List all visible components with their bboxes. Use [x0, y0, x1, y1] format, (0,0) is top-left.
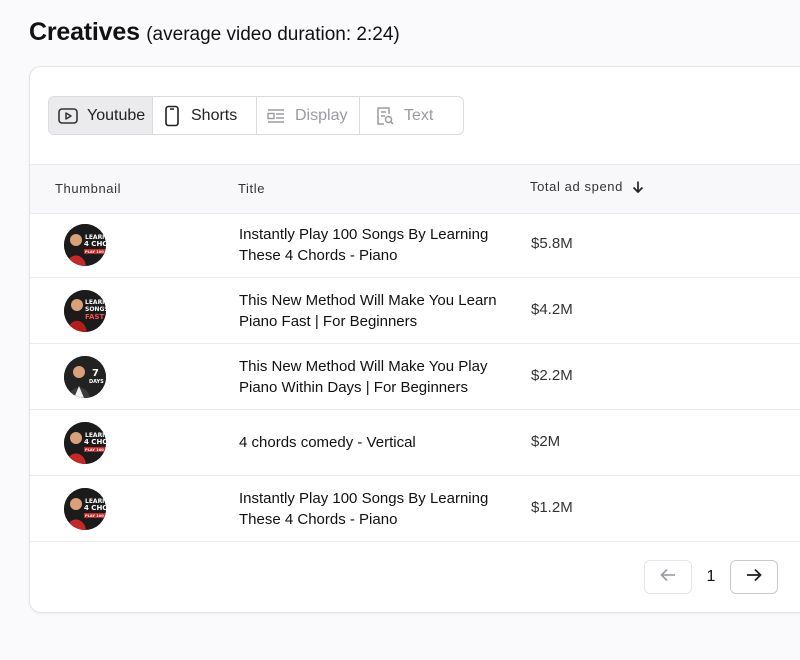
pagination: 1 [644, 560, 778, 594]
display-layout-icon [265, 105, 287, 127]
tab-shorts[interactable]: Shorts [153, 97, 257, 134]
column-header-spend-label: Total ad spend [530, 179, 623, 194]
video-thumbnail[interactable]: 7 DAYS [64, 356, 106, 398]
tab-display[interactable]: Display [257, 97, 360, 134]
text-search-icon [374, 105, 396, 127]
creatives-card: Youtube Shorts Display Text Thumbnail Ti… [29, 66, 800, 613]
tab-label: Shorts [191, 106, 238, 124]
column-header-thumbnail: Thumbnail [55, 181, 122, 196]
tab-text[interactable]: Text [360, 97, 463, 134]
arrow-down-icon[interactable] [631, 180, 645, 194]
table-row[interactable]: LEARN 4 CHOR PLAY 100 SON 4 chords comed… [30, 410, 800, 476]
svg-text:PLAY 100 SON: PLAY 100 SON [85, 448, 106, 452]
video-thumbnail[interactable]: LEARN SONGS FAST [64, 290, 106, 332]
column-header-spend[interactable]: Total ad spend [530, 179, 645, 194]
previous-page-button[interactable] [644, 560, 692, 594]
arrow-right-icon [745, 566, 763, 589]
tab-youtube[interactable]: Youtube [49, 97, 153, 134]
video-thumbnail[interactable]: LEARN 4 CHOR PLAY 100 SON [64, 422, 106, 464]
svg-text:PLAY 100 SON: PLAY 100 SON [85, 514, 106, 518]
creative-title[interactable]: This New Method Will Make You Play Piano… [239, 356, 519, 398]
tab-label: Display [295, 106, 348, 124]
ad-spend-value: $2M [531, 433, 561, 450]
ad-spend-value: $2.2M [531, 367, 573, 384]
next-page-button[interactable] [730, 560, 778, 594]
page: Creatives (average video duration: 2:24)… [0, 0, 800, 660]
current-page-number: 1 [706, 568, 716, 585]
svg-text:4 CHOR: 4 CHOR [84, 504, 106, 512]
table-header: Thumbnail Title Total ad spend [30, 164, 800, 214]
creative-title[interactable]: 4 chords comedy - Vertical [239, 432, 519, 453]
tab-label: Youtube [87, 106, 146, 124]
svg-text:4 CHOR: 4 CHOR [84, 438, 106, 446]
svg-text:LEARN: LEARN [85, 299, 106, 306]
arrow-left-icon [659, 566, 677, 589]
table-row[interactable]: LEARN 4 CHOR PLAY 100 SON Instantly Play… [30, 476, 800, 542]
video-thumbnail[interactable]: LEARN 4 CHOR PLAY 100 SON [64, 224, 106, 266]
table-row[interactable]: LEARN SONGS FAST This New Method Will Ma… [30, 278, 800, 344]
tab-label: Text [404, 106, 434, 124]
creative-title[interactable]: This New Method Will Make You Learn Pian… [239, 290, 519, 332]
phone-icon [161, 105, 183, 127]
svg-text:7: 7 [92, 368, 99, 379]
svg-text:4 CHOR: 4 CHOR [84, 240, 106, 248]
page-title: Creatives [29, 18, 140, 46]
column-header-title: Title [238, 181, 266, 196]
page-heading: Creatives (average video duration: 2:24) [29, 18, 400, 47]
ad-spend-value: $5.8M [531, 235, 573, 252]
ad-spend-value: $4.2M [531, 301, 573, 318]
svg-text:DAYS: DAYS [89, 379, 104, 385]
svg-text:SONGS: SONGS [85, 306, 106, 313]
table-row[interactable]: 7 DAYS This New Method Will Make You Pla… [30, 344, 800, 410]
creative-title[interactable]: Instantly Play 100 Songs By Learning The… [239, 488, 519, 530]
creative-title[interactable]: Instantly Play 100 Songs By Learning The… [239, 224, 519, 266]
creative-type-tabs: Youtube Shorts Display Text [48, 96, 464, 135]
creatives-table-body: LEARN 4 CHOR PLAY 100 SON Instantly Play… [30, 212, 800, 542]
youtube-play-icon [57, 105, 79, 127]
svg-text:PLAY 100 SON: PLAY 100 SON [85, 250, 106, 254]
page-subtitle: (average video duration: 2:24) [146, 24, 400, 45]
ad-spend-value: $1.2M [531, 499, 573, 516]
video-thumbnail[interactable]: LEARN 4 CHOR PLAY 100 SON [64, 488, 106, 530]
table-row[interactable]: LEARN 4 CHOR PLAY 100 SON Instantly Play… [30, 212, 800, 278]
svg-text:FAST: FAST [85, 313, 104, 321]
